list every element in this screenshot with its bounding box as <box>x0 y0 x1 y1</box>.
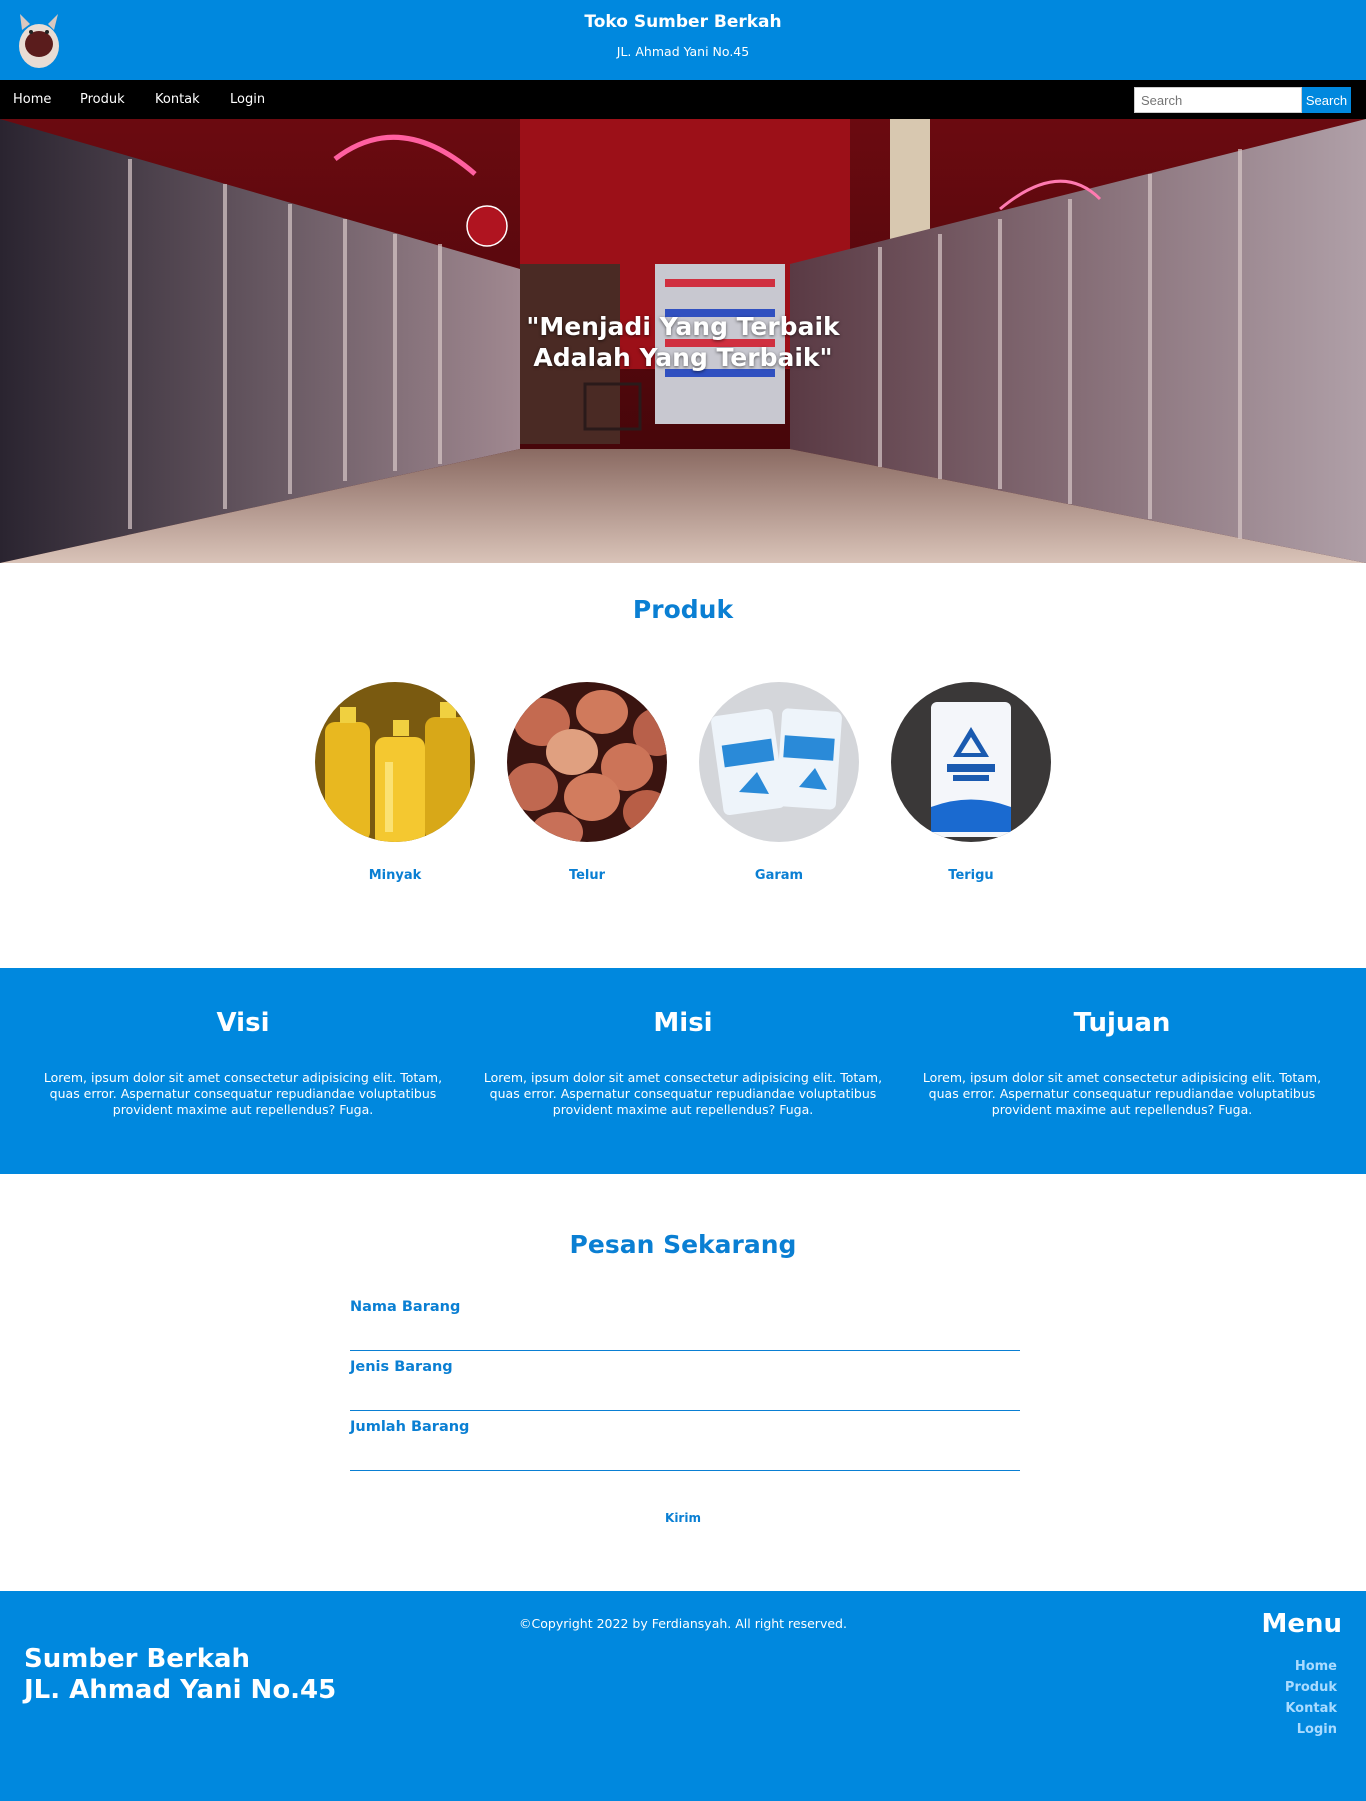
footer-menu: Home Produk Kontak Login <box>1285 1656 1337 1740</box>
pesan-heading: Pesan Sekarang <box>569 1230 797 1259</box>
produk-heading: Produk <box>632 595 734 624</box>
footer-link-home[interactable]: Home <box>1285 1656 1337 1677</box>
misi-title: Misi <box>653 1008 713 1038</box>
jumlah-barang-label: Jumlah Barang <box>350 1419 470 1435</box>
nav-produk[interactable]: Produk <box>80 92 125 107</box>
visi-misi-tujuan-section: Visi Lorem, ipsum dolor sit amet consect… <box>0 968 1366 1174</box>
product-image-garam[interactable] <box>699 682 859 842</box>
tujuan-column: Tujuan Lorem, ipsum dolor sit amet conse… <box>912 1008 1332 1118</box>
visi-text: Lorem, ipsum dolor sit amet consectetur … <box>43 1070 443 1117</box>
product-image-minyak[interactable] <box>315 682 475 842</box>
jenis-barang-label: Jenis Barang <box>350 1359 453 1375</box>
product-card-telur[interactable]: Telur <box>507 682 667 883</box>
visi-column: Visi Lorem, ipsum dolor sit amet consect… <box>33 1008 453 1118</box>
copyright-text: ©Copyright 2022 by Ferdiansyah. All righ… <box>519 1616 847 1631</box>
tujuan-text: Lorem, ipsum dolor sit amet consectetur … <box>922 1070 1322 1117</box>
tujuan-title: Tujuan <box>1073 1008 1171 1038</box>
product-image-terigu[interactable] <box>891 682 1051 842</box>
hero-quote-line2: Adalah Yang Terbaik" <box>533 343 833 372</box>
product-card-terigu[interactable]: Terigu <box>891 682 1051 883</box>
product-card-garam[interactable]: Garam <box>699 682 859 883</box>
footer-link-kontak[interactable]: Kontak <box>1285 1698 1337 1719</box>
kirim-button[interactable]: Kirim <box>0 1511 1366 1525</box>
site-footer: ©Copyright 2022 by Ferdiansyah. All righ… <box>0 1591 1366 1801</box>
site-title: Toko Sumber Berkah <box>584 12 782 32</box>
search-input[interactable] <box>1134 87 1302 113</box>
visi-title: Visi <box>216 1008 270 1038</box>
misi-column: Misi Lorem, ipsum dolor sit amet consect… <box>473 1008 893 1118</box>
misi-text: Lorem, ipsum dolor sit amet consectetur … <box>483 1070 883 1117</box>
hero-quote-line1: "Menjadi Yang Terbaik <box>526 312 840 341</box>
jumlah-barang-field[interactable]: Jumlah Barang <box>350 1411 1020 1471</box>
product-card-minyak[interactable]: Minyak <box>315 682 475 883</box>
footer-store-address: JL. Ahmad Yani No.45 <box>24 1675 337 1705</box>
product-label-garam[interactable]: Garam <box>699 868 859 883</box>
footer-link-produk[interactable]: Produk <box>1285 1677 1337 1698</box>
navbar: Home Produk Kontak Login Search <box>0 80 1366 119</box>
hero-banner: "Menjadi Yang Terbaik Adalah Yang Terbai… <box>0 119 1366 563</box>
footer-link-login[interactable]: Login <box>1285 1719 1337 1740</box>
footer-store-name: Sumber Berkah <box>24 1644 251 1674</box>
product-image-telur[interactable] <box>507 682 667 842</box>
site-header: Toko Sumber Berkah JL. Ahmad Yani No.45 <box>0 0 1366 80</box>
nav-home[interactable]: Home <box>13 92 51 107</box>
product-label-telur[interactable]: Telur <box>507 868 667 883</box>
footer-store-info: Sumber Berkah JL. Ahmad Yani No.45 <box>24 1644 336 1706</box>
jenis-barang-field[interactable]: Jenis Barang <box>350 1351 1020 1411</box>
nama-barang-label: Nama Barang <box>350 1299 461 1315</box>
product-label-minyak[interactable]: Minyak <box>315 868 475 883</box>
site-address: JL. Ahmad Yani No.45 <box>616 44 750 59</box>
search-button[interactable]: Search <box>1302 87 1351 113</box>
footer-menu-title: Menu <box>1261 1609 1342 1639</box>
nav-kontak[interactable]: Kontak <box>155 92 200 107</box>
product-label-terigu[interactable]: Terigu <box>891 868 1051 883</box>
nav-login[interactable]: Login <box>230 92 265 107</box>
hero-quote: "Menjadi Yang Terbaik Adalah Yang Terbai… <box>0 311 1366 373</box>
nama-barang-field[interactable]: Nama Barang <box>350 1291 1020 1351</box>
